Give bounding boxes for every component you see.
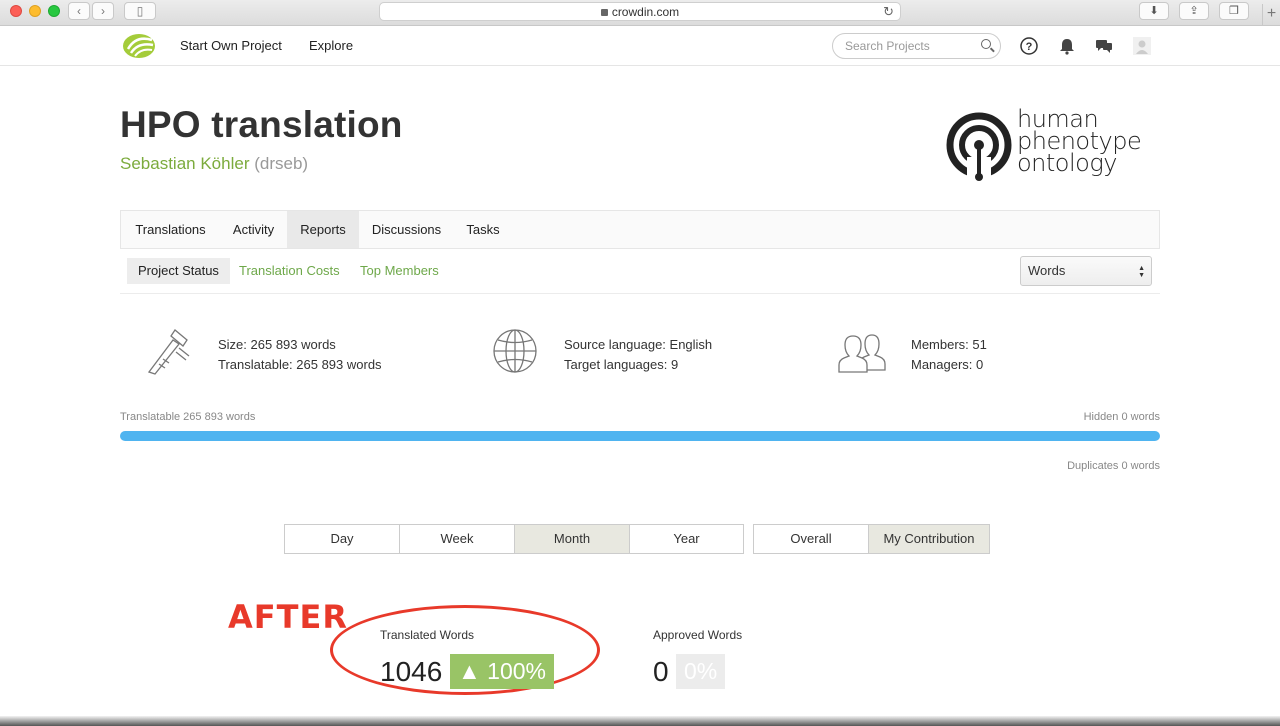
approved-words-badge: 0% (676, 654, 726, 689)
address-bar[interactable]: crowdin.com ↻ (379, 2, 901, 21)
owner-name-link[interactable]: Sebastian Köhler (120, 154, 249, 173)
subtab-translation-costs[interactable]: Translation Costs (228, 258, 351, 284)
globe-icon (493, 329, 537, 373)
tab-discussions[interactable]: Discussions (359, 211, 454, 248)
source-language: Source language: English (564, 337, 713, 352)
project-tabs: Translations Activity Reports Discussion… (120, 210, 1160, 249)
translated-words-value: 1046 (380, 656, 443, 687)
bell-icon[interactable] (1058, 37, 1076, 55)
translatable-progress-bar (120, 431, 1160, 441)
language-stats: Source language: English Target language… (564, 335, 712, 375)
share-icon: ⇪ (1189, 5, 1199, 17)
forward-button[interactable]: › (92, 2, 114, 20)
share-button[interactable]: ⇪ (1179, 2, 1209, 20)
unit-select[interactable]: Words ▲ ▼ (1020, 256, 1152, 286)
hpo-logo-icon (946, 112, 1012, 183)
downloads-button[interactable]: ⬇ (1139, 2, 1169, 20)
managers-count: Managers: 0 (911, 357, 984, 372)
site-header: Start Own Project Explore Search Project… (0, 27, 1280, 66)
logo-line-3: ontology (1017, 149, 1117, 177)
period-day-button[interactable]: Day (285, 525, 400, 553)
page-title: HPO translation (120, 104, 403, 145)
svg-text:?: ? (1026, 41, 1033, 53)
reload-icon[interactable]: ↻ (883, 3, 894, 21)
owner-username: (drseb) (254, 154, 309, 173)
period-year-button[interactable]: Year (630, 525, 743, 553)
chevron-right-icon: › (101, 4, 105, 18)
hpo-logo-wordmark: human phenotype ontology (1017, 107, 1142, 177)
duplicates-label: Duplicates 0 words (1067, 460, 1160, 472)
tabs-icon: ❐ (1229, 5, 1239, 17)
translated-words-badge: ▲ 100% (450, 654, 554, 689)
after-annotation: AFTER (228, 598, 348, 636)
window-bottom-edge (0, 716, 1280, 726)
subtab-project-status[interactable]: Project Status (127, 258, 230, 284)
start-own-project-link[interactable]: Start Own Project (180, 38, 282, 53)
browser-toolbar: ‹ › ▯ crowdin.com ↻ ⬇ ⇪ ❐ + (0, 0, 1280, 26)
zoom-window-button[interactable] (48, 5, 60, 17)
crowdin-logo[interactable] (122, 33, 156, 59)
caliper-icon (147, 329, 190, 375)
tabs-overview-button[interactable]: ❐ (1219, 2, 1249, 20)
minimize-window-button[interactable] (29, 5, 41, 17)
hidden-label: Hidden 0 words (1083, 411, 1160, 423)
size-stats: Size: 265 893 words Translatable: 265 89… (218, 335, 382, 375)
avatar[interactable] (1133, 37, 1151, 55)
scope-my-contribution-button[interactable]: My Contribution (869, 525, 989, 553)
sidebar-toggle-button[interactable]: ▯ (124, 2, 156, 20)
back-button[interactable]: ‹ (68, 2, 90, 20)
url-text: crowdin.com (611, 5, 680, 19)
member-stats: Members: 51 Managers: 0 (911, 335, 987, 375)
report-subtabs: Project Status Translation Costs Top Mem… (120, 250, 1160, 294)
approved-words-value: 0 (653, 656, 669, 687)
scope-overall-button[interactable]: Overall (754, 525, 869, 553)
members-icon (838, 334, 886, 373)
new-tab-button[interactable]: + (1262, 4, 1280, 26)
members-count: Members: 51 (911, 337, 987, 352)
target-languages: Target languages: 9 (564, 357, 679, 372)
lock-icon (600, 9, 608, 16)
help-icon[interactable]: ? (1020, 37, 1038, 55)
period-month-button[interactable]: Month (515, 525, 630, 553)
select-arrows-icon: ▲ ▼ (1138, 265, 1145, 279)
close-window-button[interactable] (10, 5, 22, 17)
search-input[interactable]: Search Projects (832, 33, 1001, 59)
period-week-button[interactable]: Week (400, 525, 515, 553)
tab-translations[interactable]: Translations (121, 211, 220, 248)
sidebar-icon: ▯ (136, 4, 144, 18)
search-placeholder: Search Projects (845, 39, 930, 53)
size-value: Size: 265 893 words (218, 337, 336, 352)
subtab-top-members[interactable]: Top Members (349, 258, 450, 284)
translated-words-label: Translated Words (380, 628, 475, 642)
translatable-label: Translatable 265 893 words (120, 411, 256, 423)
explore-link[interactable]: Explore (309, 38, 353, 53)
scope-button-group: Overall My Contribution (753, 524, 990, 554)
approved-words-label: Approved Words (653, 628, 743, 642)
tab-activity[interactable]: Activity (220, 211, 287, 248)
download-icon: ⬇ (1149, 5, 1159, 17)
period-button-group: Day Week Month Year (284, 524, 744, 554)
search-icon (981, 39, 991, 49)
translatable-value: Translatable: 265 893 words (218, 357, 382, 372)
unit-select-value: Words (1028, 263, 1066, 278)
project-owner: Sebastian Köhler (drseb) (120, 154, 308, 174)
chevron-left-icon: ‹ (77, 4, 81, 18)
tab-tasks[interactable]: Tasks (454, 211, 512, 248)
tab-reports[interactable]: Reports (287, 211, 359, 248)
messages-icon[interactable] (1095, 37, 1113, 55)
